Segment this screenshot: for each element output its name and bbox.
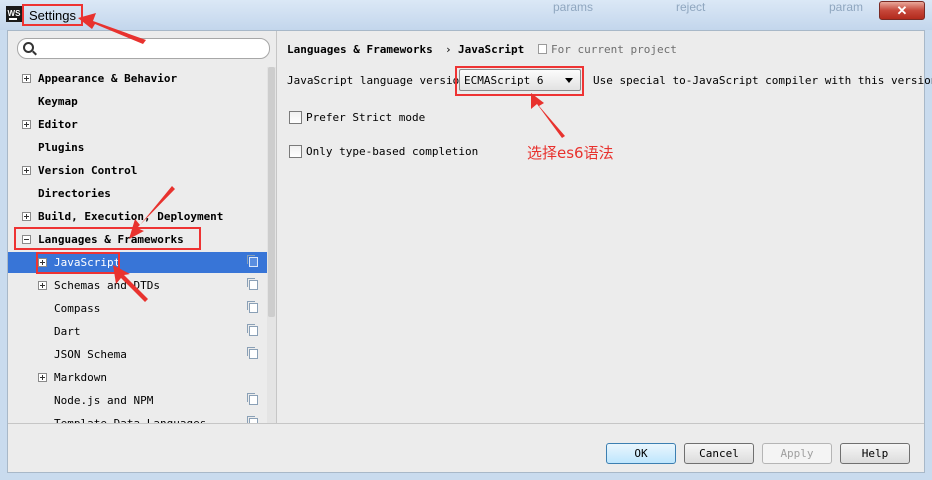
tree-item[interactable]: Appearance & Behavior [8,68,267,89]
search-icon [23,42,34,53]
tree-item-label: Editor [38,118,78,131]
expand-icon[interactable] [38,281,47,290]
breadcrumb-parent: Languages & Frameworks [287,43,433,56]
project-scope-icon [538,44,547,54]
tree-item[interactable]: Editor [8,114,267,135]
breadcrumb-current: JavaScript [458,43,525,56]
footer-divider [8,423,924,424]
tree-item[interactable]: JSON Schema [8,344,267,365]
project-scope-icon [247,324,258,336]
background-tab: params [553,0,594,14]
expand-icon[interactable] [22,74,31,83]
tree-item-label: JSON Schema [54,348,127,361]
highlight-box-select [455,66,584,96]
tree-item-label: Directories [38,187,111,200]
tree-item-label: Schemas and DTDs [54,279,160,292]
tree-item[interactable]: Version Control [8,160,267,181]
tree-item[interactable]: Keymap [8,91,267,112]
type-based-checkbox[interactable] [289,145,302,158]
type-based-label: Only type-based completion [306,145,479,158]
project-scope-icon [247,255,258,267]
background-tab: reject [676,0,706,14]
tree-item-label: Dart [54,325,81,338]
window-title: Settings [22,4,83,26]
panel-divider[interactable] [276,31,277,423]
tree-item-label: Plugins [38,141,85,154]
tree-item-label: Version Control [38,164,138,177]
project-scope-icon [247,301,258,313]
settings-dialog: Appearance & Behavior Keymap Editor Plugins… [7,30,932,473]
expand-icon[interactable] [22,120,31,129]
close-window-button[interactable]: ✕ [879,1,925,20]
language-version-label: JavaScript language version [287,74,466,87]
tree-item[interactable]: Build, Execution, Deployment [8,206,267,227]
tree-item[interactable]: Schemas and DTDs [8,275,267,296]
expand-icon[interactable] [38,373,47,382]
tree-item-label: Keymap [38,95,78,108]
tree-item-label: Build, Execution, Deployment [38,210,224,223]
tree-item-label: Template Data Languages [54,413,206,423]
tree-item[interactable]: Markdown [8,367,267,388]
tree-item[interactable]: Template Data Languages [8,413,267,423]
tree-item-label: Node.js and NPM [54,394,154,407]
tree-item[interactable]: Directories [8,183,267,204]
tree-item[interactable]: Compass [8,298,267,319]
expand-icon[interactable] [22,212,31,221]
tree-item[interactable]: Plugins [8,137,267,158]
prefer-strict-label: Prefer Strict mode [306,111,426,124]
prefer-strict-checkbox[interactable] [289,111,302,124]
compiler-note: Use special to-JavaScript compiler with … [593,74,932,87]
project-scope-icon [247,393,258,405]
title-bar: params reject param WS Settings ✕ [0,0,932,30]
tree-item-label: Appearance & Behavior [38,72,178,85]
highlight-box-languages [14,227,201,250]
tree-scrollbar[interactable] [267,67,276,423]
apply-button[interactable]: Apply [762,443,832,464]
project-scope-icon [247,347,258,359]
expand-icon[interactable] [22,166,31,175]
ok-button[interactable]: OK [606,443,676,464]
search-input[interactable] [40,41,265,56]
highlight-box-javascript [36,252,120,274]
cancel-button[interactable]: Cancel [684,443,754,464]
annotation-text: 选择es6语法 [527,144,614,162]
project-scope-icon [247,278,258,290]
tree-scrollbar-thumb[interactable] [268,67,275,317]
tree-item-label: Markdown [54,371,107,384]
background-tab: param [829,0,864,14]
breadcrumb-separator: › [445,43,452,56]
tree-item[interactable]: Dart [8,321,267,342]
tree-item-label: Compass [54,302,101,315]
webstorm-logo-icon: WS [6,6,22,22]
tree-item[interactable]: Node.js and NPM [8,390,267,411]
scope-note: For current project [551,43,677,56]
help-button[interactable]: Help [840,443,910,464]
settings-search-box[interactable] [17,38,270,59]
